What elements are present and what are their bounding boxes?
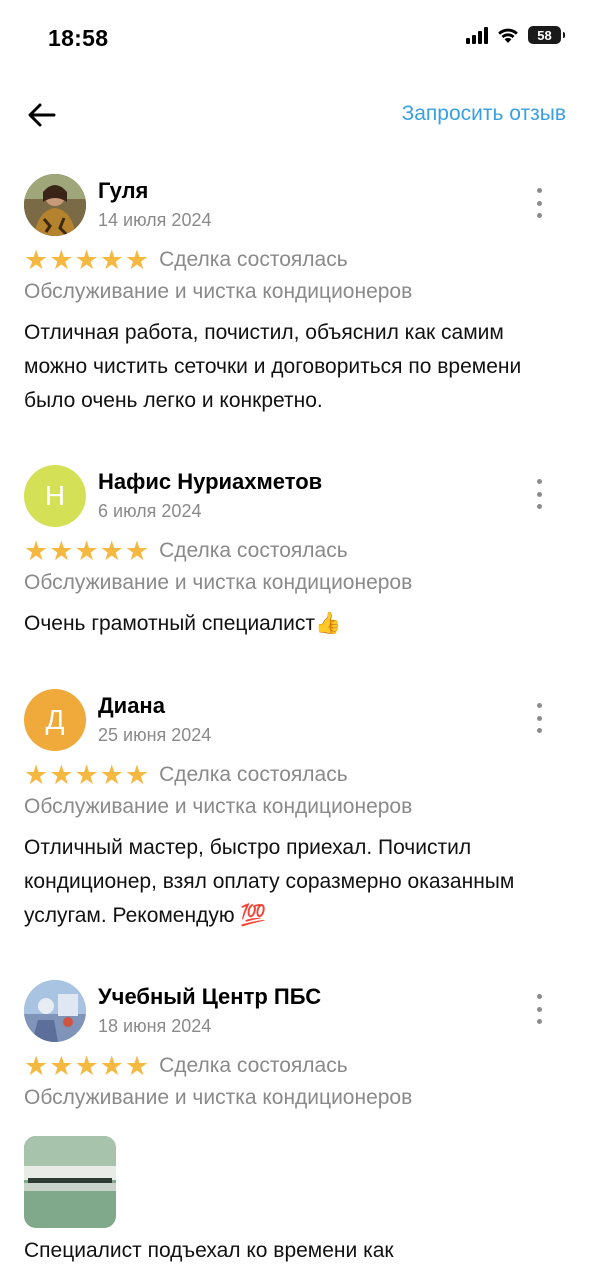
reviewer-name: Диана: [98, 693, 165, 718]
header: Запросить отзыв: [0, 90, 591, 140]
service-name: Обслуживание и чистка кондиционеров: [24, 571, 413, 594]
wifi-icon: [498, 28, 518, 43]
avatar[interactable]: [24, 174, 86, 236]
more-options-icon[interactable]: [531, 703, 547, 733]
star-icon: ★: [74, 760, 99, 790]
star-icon: ★: [99, 536, 124, 566]
star-icon: ★: [124, 1051, 150, 1081]
review-text: Специалист подъехал ко времени как: [24, 1239, 394, 1262]
air-conditioner-photo-icon: [24, 1136, 116, 1228]
star-icon: ★: [124, 245, 150, 275]
reviewer-name: Нафис Нуриахметов: [98, 469, 323, 494]
deal-status: Сделка состоялась: [159, 1054, 348, 1077]
user-photo-icon: [24, 174, 86, 236]
rating-row: ★ ★ ★ ★ ★ Сделка состоялась: [24, 537, 348, 565]
star-icon: ★: [24, 536, 49, 566]
cellular-signal-icon: [466, 26, 488, 44]
service-name: Обслуживание и чистка кондиционеров: [24, 1086, 413, 1109]
star-icon: ★: [74, 1051, 99, 1081]
star-icon: ★: [24, 1051, 49, 1081]
star-icon: ★: [124, 760, 150, 790]
organization-photo-icon: [24, 980, 86, 1042]
review-date: 25 июня 2024: [98, 725, 212, 745]
review-item: Н Нафис Нуриахметов 6 июля 2024 ★ ★ ★ ★ ★ Сд…: [0, 465, 591, 665]
star-icon: ★: [99, 760, 124, 790]
rating-row: ★ ★ ★ ★ ★ Сделка состоялась: [24, 761, 348, 789]
avatar-letter: Н: [44, 480, 66, 511]
arrow-left-icon: [28, 103, 56, 127]
star-rating: ★ ★ ★ ★ ★: [24, 537, 149, 565]
review-date: 6 июля 2024: [98, 501, 202, 521]
star-icon: ★: [24, 760, 49, 790]
review-photo[interactable]: [24, 1136, 116, 1228]
star-icon: ★: [74, 536, 99, 566]
star-rating: ★ ★ ★ ★ ★: [24, 246, 149, 274]
review-item: Гуля 14 июля 2024 ★ ★ ★ ★ ★ Сделка состоялас…: [0, 174, 591, 444]
avatar[interactable]: Д: [24, 689, 86, 751]
review-text: Отличный мастер, быстро приехал. Почисти…: [24, 836, 515, 927]
star-rating: ★ ★ ★ ★ ★: [24, 1052, 149, 1080]
review-text: Очень грамотный специалист👍: [24, 612, 342, 635]
status-bar: 18:58 58: [0, 0, 591, 74]
more-options-icon[interactable]: [531, 994, 547, 1024]
star-icon: ★: [74, 245, 99, 275]
deal-status: Сделка состоялась: [159, 763, 348, 786]
star-icon: ★: [49, 245, 74, 275]
star-icon: ★: [49, 536, 74, 566]
deal-status: Сделка состоялась: [159, 248, 348, 271]
review-date: 18 июня 2024: [98, 1016, 212, 1036]
reviewer-name: Учебный Центр ПБС: [98, 984, 322, 1009]
star-icon: ★: [24, 245, 49, 275]
more-options-icon[interactable]: [531, 188, 547, 218]
rating-row: ★ ★ ★ ★ ★ Сделка состоялась: [24, 246, 348, 274]
battery-icon: 58: [528, 26, 565, 44]
rating-row: ★ ★ ★ ★ ★ Сделка состоялась: [24, 1052, 348, 1080]
request-review-link[interactable]: Запросить отзыв: [402, 102, 566, 126]
review-item: Д Диана 25 июня 2024 ★ ★ ★ ★ ★ Сделка состоя…: [0, 689, 591, 949]
star-icon: ★: [124, 536, 150, 566]
review-date: 14 июля 2024: [98, 210, 212, 230]
deal-status: Сделка состоялась: [159, 539, 348, 562]
star-icon: ★: [99, 1051, 124, 1081]
service-name: Обслуживание и чистка кондиционеров: [24, 280, 413, 303]
star-icon: ★: [49, 760, 74, 790]
more-options-icon[interactable]: [531, 479, 547, 509]
review-item: Учебный Центр ПБС 18 июня 2024 ★ ★ ★ ★ ★ Сде…: [0, 980, 591, 1280]
avatar[interactable]: [24, 980, 86, 1042]
back-button[interactable]: [24, 98, 60, 132]
status-time: 18:58: [48, 25, 109, 51]
avatar[interactable]: Н: [24, 465, 86, 527]
reviewer-name: Гуля: [98, 178, 149, 203]
battery-level: 58: [537, 27, 552, 43]
review-text: Отличная работа, почистил, объяснил как …: [24, 321, 522, 412]
star-rating: ★ ★ ★ ★ ★: [24, 761, 149, 789]
service-name: Обслуживание и чистка кондиционеров: [24, 795, 413, 818]
status-icons: 58: [466, 26, 565, 44]
star-icon: ★: [99, 245, 124, 275]
avatar-letter: Д: [45, 704, 65, 735]
star-icon: ★: [49, 1051, 74, 1081]
